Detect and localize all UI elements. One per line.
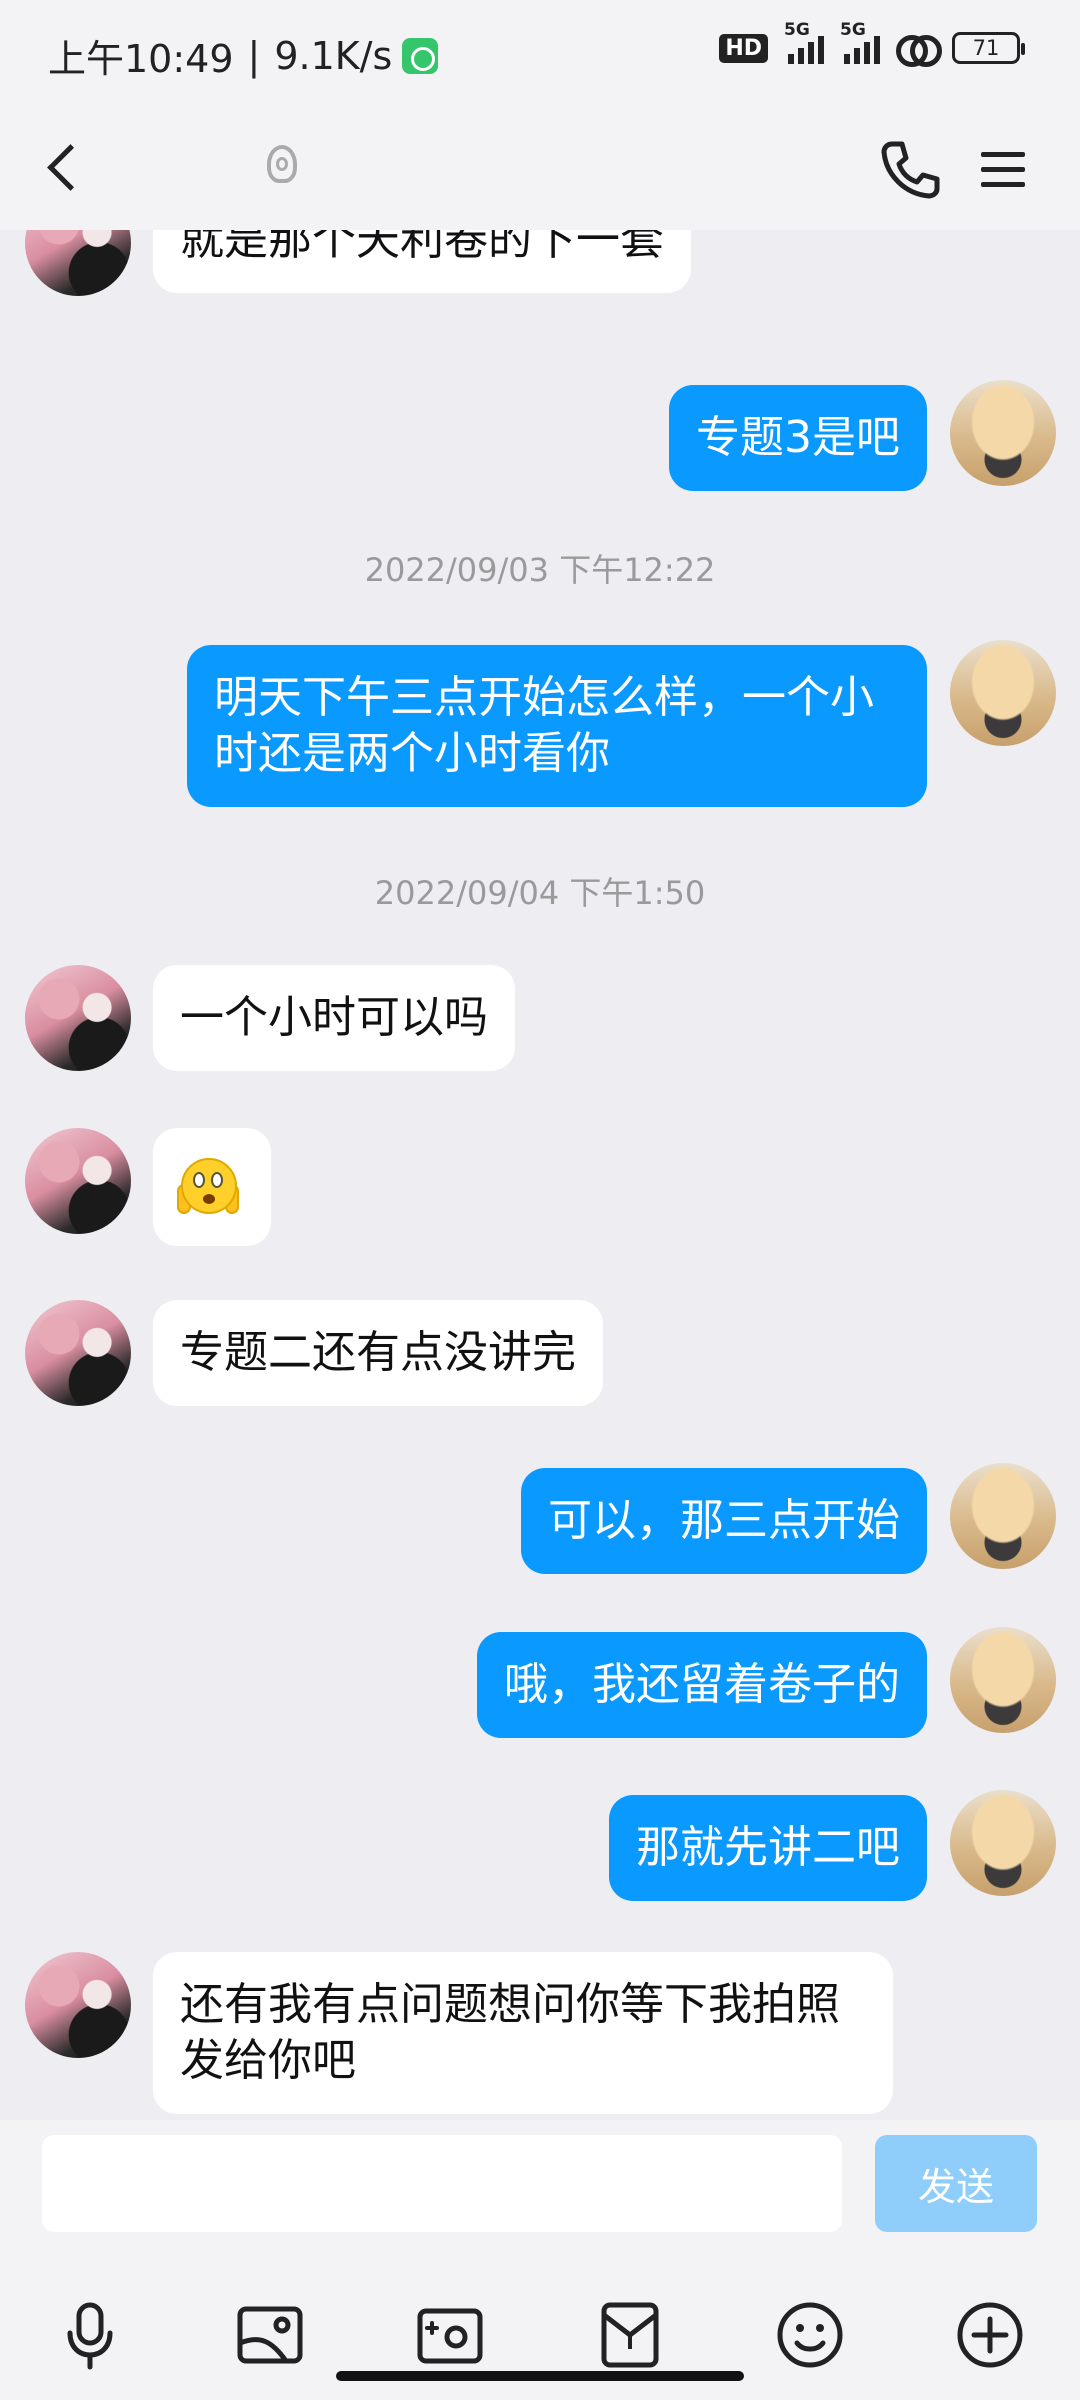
self-avatar[interactable] xyxy=(950,1627,1056,1733)
send-button[interactable]: 发送 xyxy=(875,2135,1037,2232)
peer-avatar[interactable] xyxy=(25,1952,131,2058)
message-self: 可以，那三点开始 xyxy=(0,1463,1080,1583)
emoji-icon xyxy=(777,2302,843,2368)
message-peer: 还有我有点问题想问你等下我拍照 发给你吧 xyxy=(0,1952,1080,2120)
red-packet-icon xyxy=(601,2302,659,2368)
message-bubble[interactable]: 就是那个天利卷的下一套 xyxy=(153,230,691,293)
message-self: 专题3是吧 xyxy=(0,380,1080,500)
signal-icon-1: 5G xyxy=(784,20,824,64)
message-self: 哦，我还留着卷子的 xyxy=(0,1627,1080,1747)
message-bubble[interactable]: 可以，那三点开始 xyxy=(521,1468,927,1574)
message-bubble[interactable]: 还有我有点问题想问你等下我拍照 发给你吧 xyxy=(153,1952,893,2114)
self-avatar[interactable] xyxy=(950,1790,1056,1896)
message-bubble[interactable]: 明天下午三点开始怎么样，一个小 时还是两个小时看你 xyxy=(187,645,927,807)
status-bar: 上午10:49 | 9.1K/s HD 5G 5G 71 xyxy=(0,0,1080,105)
red-packet-button[interactable] xyxy=(590,2295,670,2375)
ear-icon[interactable] xyxy=(262,143,298,189)
image-icon xyxy=(237,2306,303,2364)
status-left: 上午10:49 | 9.1K/s xyxy=(48,28,439,83)
message-self: 那就先讲二吧 xyxy=(0,1790,1080,1910)
signal-icon-2: 5G xyxy=(840,20,880,64)
net-speed: 9.1K/s xyxy=(274,33,393,78)
emoji-button[interactable] xyxy=(770,2295,850,2375)
self-avatar[interactable] xyxy=(950,640,1056,746)
message-self: 明天下午三点开始怎么样，一个小 时还是两个小时看你 xyxy=(0,640,1080,820)
message-peer: 一个小时可以吗 xyxy=(0,965,1080,1085)
home-indicator[interactable] xyxy=(336,2371,744,2381)
app-notification-icon xyxy=(402,37,439,74)
timestamp: 2022/09/03 下午12:22 xyxy=(364,551,716,589)
emoji-bubble[interactable] xyxy=(153,1128,271,1246)
camera-button[interactable] xyxy=(410,2295,490,2375)
message-bubble[interactable]: 专题二还有点没讲完 xyxy=(153,1300,603,1406)
message-bubble[interactable]: 哦，我还留着卷子的 xyxy=(477,1632,927,1738)
hd-icon: HD xyxy=(719,33,768,63)
message-peer: 专题二还有点没讲完 xyxy=(0,1300,1080,1420)
message-peer xyxy=(0,1128,1080,1258)
self-avatar[interactable] xyxy=(950,1463,1056,1569)
phone-icon xyxy=(881,141,940,199)
status-right: HD 5G 5G 71 xyxy=(719,20,1025,67)
status-time: 上午10:49 xyxy=(48,37,234,81)
message-bubble[interactable]: 那就先讲二吧 xyxy=(609,1795,927,1901)
camera-icon xyxy=(417,2308,483,2364)
self-avatar[interactable] xyxy=(950,380,1056,486)
peer-avatar[interactable] xyxy=(25,230,131,296)
chat-screen: 上午10:49 | 9.1K/s HD 5G 5G 71 就是那个天利卷的下一套… xyxy=(0,0,1080,2400)
message-list[interactable]: 就是那个天利卷的下一套 专题3是吧 2022/09/03 下午12:22 明天下… xyxy=(0,230,1080,2120)
hand-over-mouth-emoji-icon xyxy=(177,1158,239,1218)
plus-icon xyxy=(957,2302,1023,2368)
microphone-icon xyxy=(67,2302,113,2370)
message-peer: 就是那个天利卷的下一套 xyxy=(0,230,1080,330)
image-button[interactable] xyxy=(230,2295,310,2375)
status-separator: | xyxy=(247,33,261,78)
phone-call-button[interactable] xyxy=(870,130,950,210)
peer-avatar[interactable] xyxy=(25,1300,131,1406)
menu-button[interactable] xyxy=(965,130,1045,210)
peer-avatar[interactable] xyxy=(25,1128,131,1234)
network-type-1: 5G xyxy=(784,20,810,40)
network-type-2: 5G xyxy=(840,20,866,40)
more-button[interactable] xyxy=(950,2295,1030,2375)
timestamp: 2022/09/04 下午1:50 xyxy=(374,874,706,912)
menu-icon xyxy=(981,152,1025,157)
back-button[interactable] xyxy=(30,127,110,207)
message-input[interactable] xyxy=(42,2135,842,2232)
voice-button[interactable] xyxy=(50,2295,130,2375)
peer-avatar[interactable] xyxy=(25,965,131,1071)
message-bubble[interactable]: 一个小时可以吗 xyxy=(153,965,515,1071)
link-icon xyxy=(896,33,942,67)
input-bar: 发送 xyxy=(0,2120,1080,2250)
battery-icon: 71 xyxy=(952,32,1025,64)
nav-bar xyxy=(0,105,1080,230)
message-bubble[interactable]: 专题3是吧 xyxy=(669,385,927,491)
